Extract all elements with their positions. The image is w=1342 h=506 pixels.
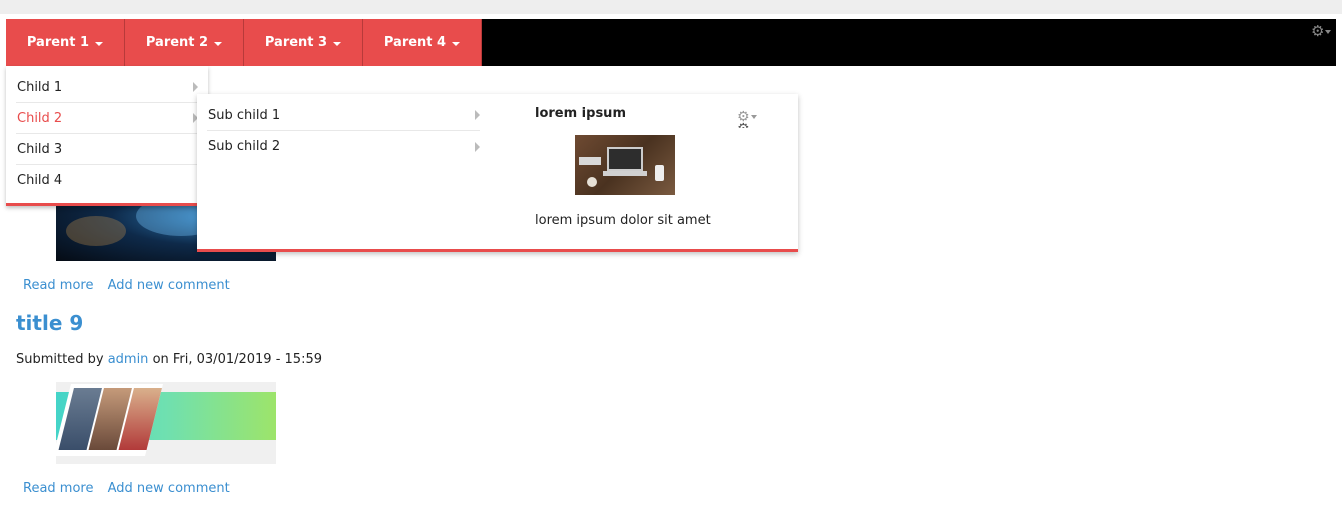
block-settings-gear-button[interactable]: ⚙ ⚙▁	[737, 110, 759, 128]
read-more-link[interactable]: Read more	[23, 278, 93, 293]
caret-down-icon	[1325, 29, 1332, 34]
article-submitted: Submitted by admin on Fri, 03/01/2019 - …	[16, 352, 322, 367]
nav-parent-2[interactable]: Parent 2	[125, 19, 244, 66]
menu-item-child-3[interactable]: Child 3	[16, 134, 198, 165]
image-coffee-cup	[587, 177, 597, 187]
menu-item-child-2[interactable]: Child 2	[16, 103, 198, 134]
caret-down-icon	[214, 41, 223, 46]
submitted-prefix: Submitted by	[16, 352, 104, 367]
menu-item-sub-child-1[interactable]: Sub child 1	[207, 100, 480, 131]
chevron-right-icon	[193, 82, 198, 92]
caret-down-icon	[333, 41, 342, 46]
image-letter-blocks	[579, 157, 601, 165]
caret-down-icon	[452, 41, 461, 46]
caret-down-icon	[750, 115, 757, 119]
browser-top-strip	[0, 0, 1342, 14]
nav-parent-4-label: Parent 4	[383, 35, 447, 50]
menu-item-label: Child 2	[17, 110, 63, 126]
nav-parent-1-label: Parent 1	[26, 35, 90, 50]
image-people-photos	[56, 384, 163, 456]
image-laptop	[607, 147, 643, 171]
nav-parent-3-label: Parent 3	[264, 35, 328, 50]
image-phone	[655, 165, 664, 181]
nav-parent-4[interactable]: Parent 4	[363, 19, 482, 66]
image-laptop-base	[603, 171, 647, 176]
promo-title: lorem ipsum	[535, 106, 626, 121]
image-glow	[66, 216, 126, 246]
gear-icon: ⚙	[1311, 22, 1325, 40]
menu-item-label: Sub child 1	[208, 107, 281, 123]
chevron-right-icon	[475, 110, 480, 120]
caret-down-icon	[95, 41, 104, 46]
submitted-date: on Fri, 03/01/2019 - 15:59	[152, 352, 322, 367]
nav-parent-3[interactable]: Parent 3	[244, 19, 363, 66]
main-navbar: Parent 1 Parent 2 Parent 3 Parent 4	[6, 19, 1336, 66]
menu-item-label: Child 1	[17, 79, 63, 95]
menu-item-label: Child 3	[17, 141, 63, 157]
menu-item-label: Child 4	[17, 173, 63, 188]
article-title[interactable]: title 9	[16, 311, 83, 335]
author-link[interactable]: admin	[108, 352, 149, 367]
menu-item-sub-child-2[interactable]: Sub child 2	[207, 131, 480, 162]
promo-image	[575, 135, 675, 195]
menu-item-child-4[interactable]: Child 4	[16, 165, 198, 196]
promo-text: lorem ipsum dolor sit amet	[535, 213, 711, 228]
parent-1-dropdown: Child 1 Child 2 Child 3 Child 4	[6, 66, 208, 206]
nav-parent-1[interactable]: Parent 1	[6, 19, 125, 66]
child-2-submenu: Sub child 1 Sub child 2 lorem ipsum lore…	[197, 94, 798, 252]
article-image	[56, 382, 276, 464]
article-links: Read more Add new comment	[23, 481, 240, 496]
menu-item-label: Sub child 2	[208, 139, 281, 154]
chevron-right-icon	[475, 141, 480, 152]
settings-gear-button[interactable]: ⚙	[1311, 22, 1332, 40]
nav-parent-2-label: Parent 2	[145, 35, 209, 50]
article-links: Read more Add new comment	[23, 278, 240, 293]
add-comment-link[interactable]: Add new comment	[108, 481, 230, 496]
gear-icon: ⚙▁	[737, 122, 759, 128]
submenu-list: Sub child 1 Sub child 2	[207, 100, 480, 162]
add-comment-link[interactable]: Add new comment	[108, 278, 230, 293]
read-more-link[interactable]: Read more	[23, 481, 93, 496]
menu-item-child-1[interactable]: Child 1	[16, 72, 198, 103]
